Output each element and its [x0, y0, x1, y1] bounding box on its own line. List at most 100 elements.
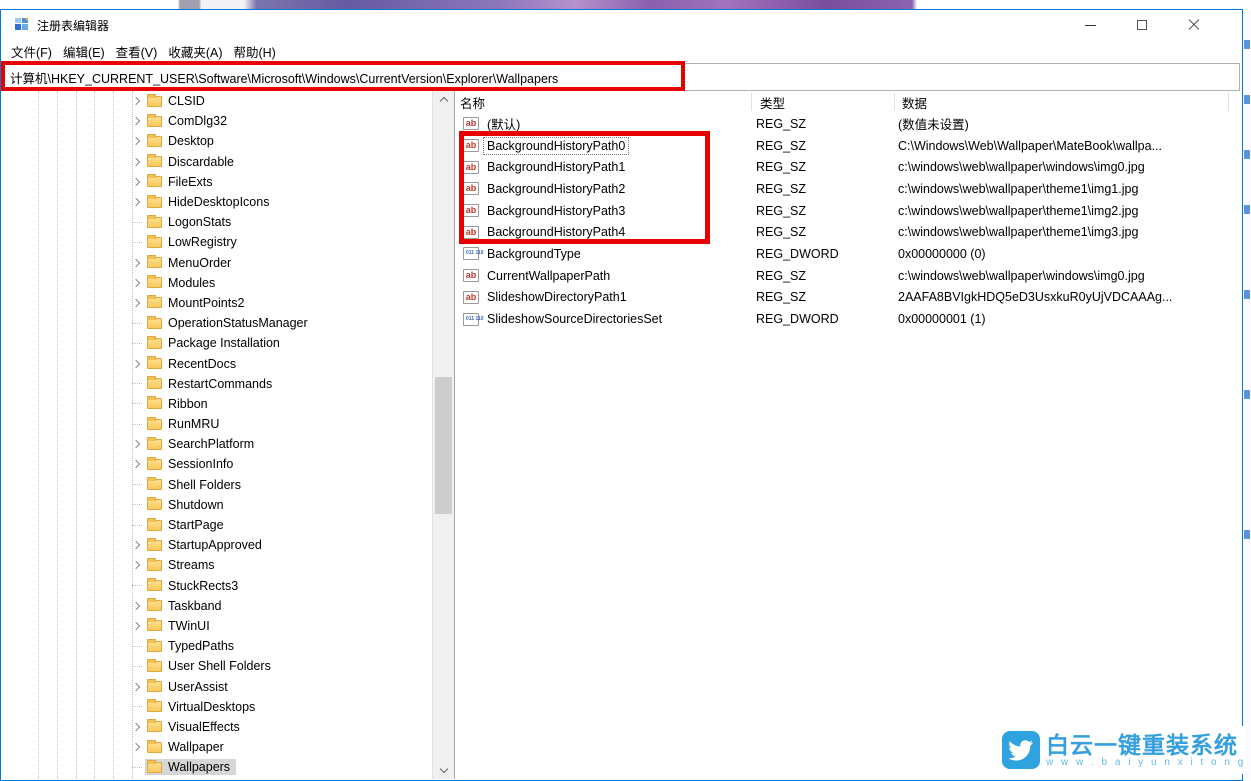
expand-chevron-icon[interactable] [128, 336, 145, 350]
column-separator[interactable] [751, 93, 752, 111]
expand-chevron-icon[interactable] [128, 619, 145, 633]
column-header-data[interactable]: 数据 [898, 93, 1242, 112]
registry-value-row[interactable]: SlideshowSourceDirectoriesSet REG_DWORD … [456, 308, 1242, 330]
scrollbar-thumb[interactable] [435, 377, 452, 514]
expand-chevron-icon[interactable] [128, 235, 145, 249]
tree-item-label: Ribbon [168, 397, 208, 411]
menu-view[interactable]: 查看(V) [116, 42, 158, 61]
tree-item[interactable]: Streams [1, 555, 431, 575]
titlebar[interactable]: 注册表编辑器 [1, 10, 1242, 40]
column-separator[interactable] [1228, 93, 1229, 111]
expand-chevron-icon[interactable] [128, 357, 145, 371]
registry-editor-icon [14, 17, 30, 33]
registry-tree-pane[interactable]: CLSID ComDlg32 Desktop Discardable FileE… [1, 91, 455, 779]
registry-value-row[interactable]: BackgroundType REG_DWORD 0x00000000 (0) [456, 243, 1242, 265]
menu-help[interactable]: 帮助(H) [233, 42, 275, 61]
tree-item[interactable]: SearchPlatform [1, 434, 431, 454]
maximize-button[interactable] [1116, 10, 1168, 40]
tree-item[interactable]: Wallpaper [1, 737, 431, 757]
tree-item[interactable]: LowRegistry [1, 232, 431, 252]
tree-item[interactable]: UserAssist [1, 676, 431, 696]
expand-chevron-icon[interactable] [128, 659, 145, 673]
scroll-up-icon[interactable] [433, 91, 454, 108]
expand-chevron-icon[interactable] [128, 680, 145, 694]
expand-chevron-icon[interactable] [128, 478, 145, 492]
minimize-button[interactable] [1064, 10, 1116, 40]
tree-item[interactable]: Package Installation [1, 333, 431, 353]
tree-item[interactable]: RestartCommands [1, 374, 431, 394]
expand-chevron-icon[interactable] [128, 397, 145, 411]
expand-chevron-icon[interactable] [128, 579, 145, 593]
expand-chevron-icon[interactable] [128, 296, 145, 310]
tree-item[interactable]: ComDlg32 [1, 111, 431, 131]
expand-chevron-icon[interactable] [128, 215, 145, 229]
tree-item[interactable]: VisualEffects [1, 717, 431, 737]
tree-item[interactable]: Modules [1, 273, 431, 293]
expand-chevron-icon[interactable] [128, 256, 145, 270]
expand-chevron-icon[interactable] [128, 195, 145, 209]
expand-chevron-icon[interactable] [128, 457, 145, 471]
scroll-down-icon[interactable] [433, 762, 454, 779]
tree-item[interactable]: Ribbon [1, 394, 431, 414]
menu-favorites[interactable]: 收藏夹(A) [168, 42, 222, 61]
tree-item[interactable]: RecentDocs [1, 353, 431, 373]
expand-chevron-icon[interactable] [128, 498, 145, 512]
tree-item[interactable]: Shell Folders [1, 475, 431, 495]
tree-item-label: TypedPaths [168, 639, 234, 653]
tree-item[interactable]: OperationStatusManager [1, 313, 431, 333]
expand-chevron-icon[interactable] [128, 558, 145, 572]
expand-chevron-icon[interactable] [128, 175, 145, 189]
expand-chevron-icon[interactable] [128, 94, 145, 108]
expand-chevron-icon[interactable] [128, 276, 145, 290]
tree-item[interactable]: Discardable [1, 152, 431, 172]
tree-item[interactable]: HideDesktopIcons [1, 192, 431, 212]
tree-item[interactable]: User Shell Folders [1, 656, 431, 676]
expand-chevron-icon[interactable] [128, 114, 145, 128]
tree-item[interactable]: VirtualDesktops [1, 697, 431, 717]
tree-item[interactable]: FileExts [1, 172, 431, 192]
expand-chevron-icon[interactable] [128, 377, 145, 391]
expand-chevron-icon[interactable] [128, 417, 145, 431]
expand-chevron-icon[interactable] [128, 639, 145, 653]
expand-chevron-icon[interactable] [128, 740, 145, 754]
tree-item[interactable]: MenuOrder [1, 253, 431, 273]
tree-item[interactable]: Shutdown [1, 495, 431, 515]
tree-item[interactable]: Wallpapers [1, 757, 431, 777]
column-header-name[interactable]: 名称 [456, 93, 756, 112]
tree-item[interactable]: LogonStats [1, 212, 431, 232]
value-type: REG_SZ [756, 117, 898, 131]
expand-chevron-icon[interactable] [128, 599, 145, 613]
menu-edit[interactable]: 编辑(E) [63, 42, 105, 61]
tree-item[interactable]: TypedPaths [1, 636, 431, 656]
tree-item[interactable]: StartupApproved [1, 535, 431, 555]
tree-item[interactable]: TWinUI [1, 616, 431, 636]
close-button[interactable] [1168, 10, 1220, 40]
expand-chevron-icon[interactable] [128, 720, 145, 734]
expand-chevron-icon[interactable] [128, 538, 145, 552]
tree-item[interactable]: RunMRU [1, 414, 431, 434]
menu-file[interactable]: 文件(F) [11, 42, 52, 61]
tree-scrollbar[interactable] [432, 91, 454, 779]
expand-chevron-icon[interactable] [128, 316, 145, 330]
tree-item[interactable]: CLSID [1, 91, 431, 111]
tree-item[interactable]: Desktop [1, 131, 431, 151]
tree-item-label: RunMRU [168, 417, 219, 431]
folder-icon [147, 499, 162, 510]
tree-item[interactable]: Taskband [1, 596, 431, 616]
tree-item-label: LowRegistry [168, 235, 237, 249]
column-separator[interactable] [894, 93, 895, 111]
tree-item[interactable]: StuckRects3 [1, 576, 431, 596]
expand-chevron-icon[interactable] [128, 134, 145, 148]
tree-item[interactable]: SessionInfo [1, 454, 431, 474]
expand-chevron-icon[interactable] [128, 518, 145, 532]
expand-chevron-icon[interactable] [128, 155, 145, 169]
tree-item[interactable]: StartPage [1, 515, 431, 535]
expand-chevron-icon[interactable] [128, 700, 145, 714]
registry-value-row[interactable]: CurrentWallpaperPath REG_SZ c:\windows\w… [456, 265, 1242, 287]
tree-item[interactable]: MountPoints2 [1, 293, 431, 313]
expand-chevron-icon[interactable] [128, 760, 145, 774]
value-data: c:\windows\web\wallpaper\theme1\img3.jpg [898, 225, 1242, 239]
expand-chevron-icon[interactable] [128, 437, 145, 451]
registry-value-row[interactable]: SlideshowDirectoryPath1 REG_SZ 2AAFA8BVI… [456, 287, 1242, 309]
column-header-type[interactable]: 类型 [756, 93, 898, 112]
